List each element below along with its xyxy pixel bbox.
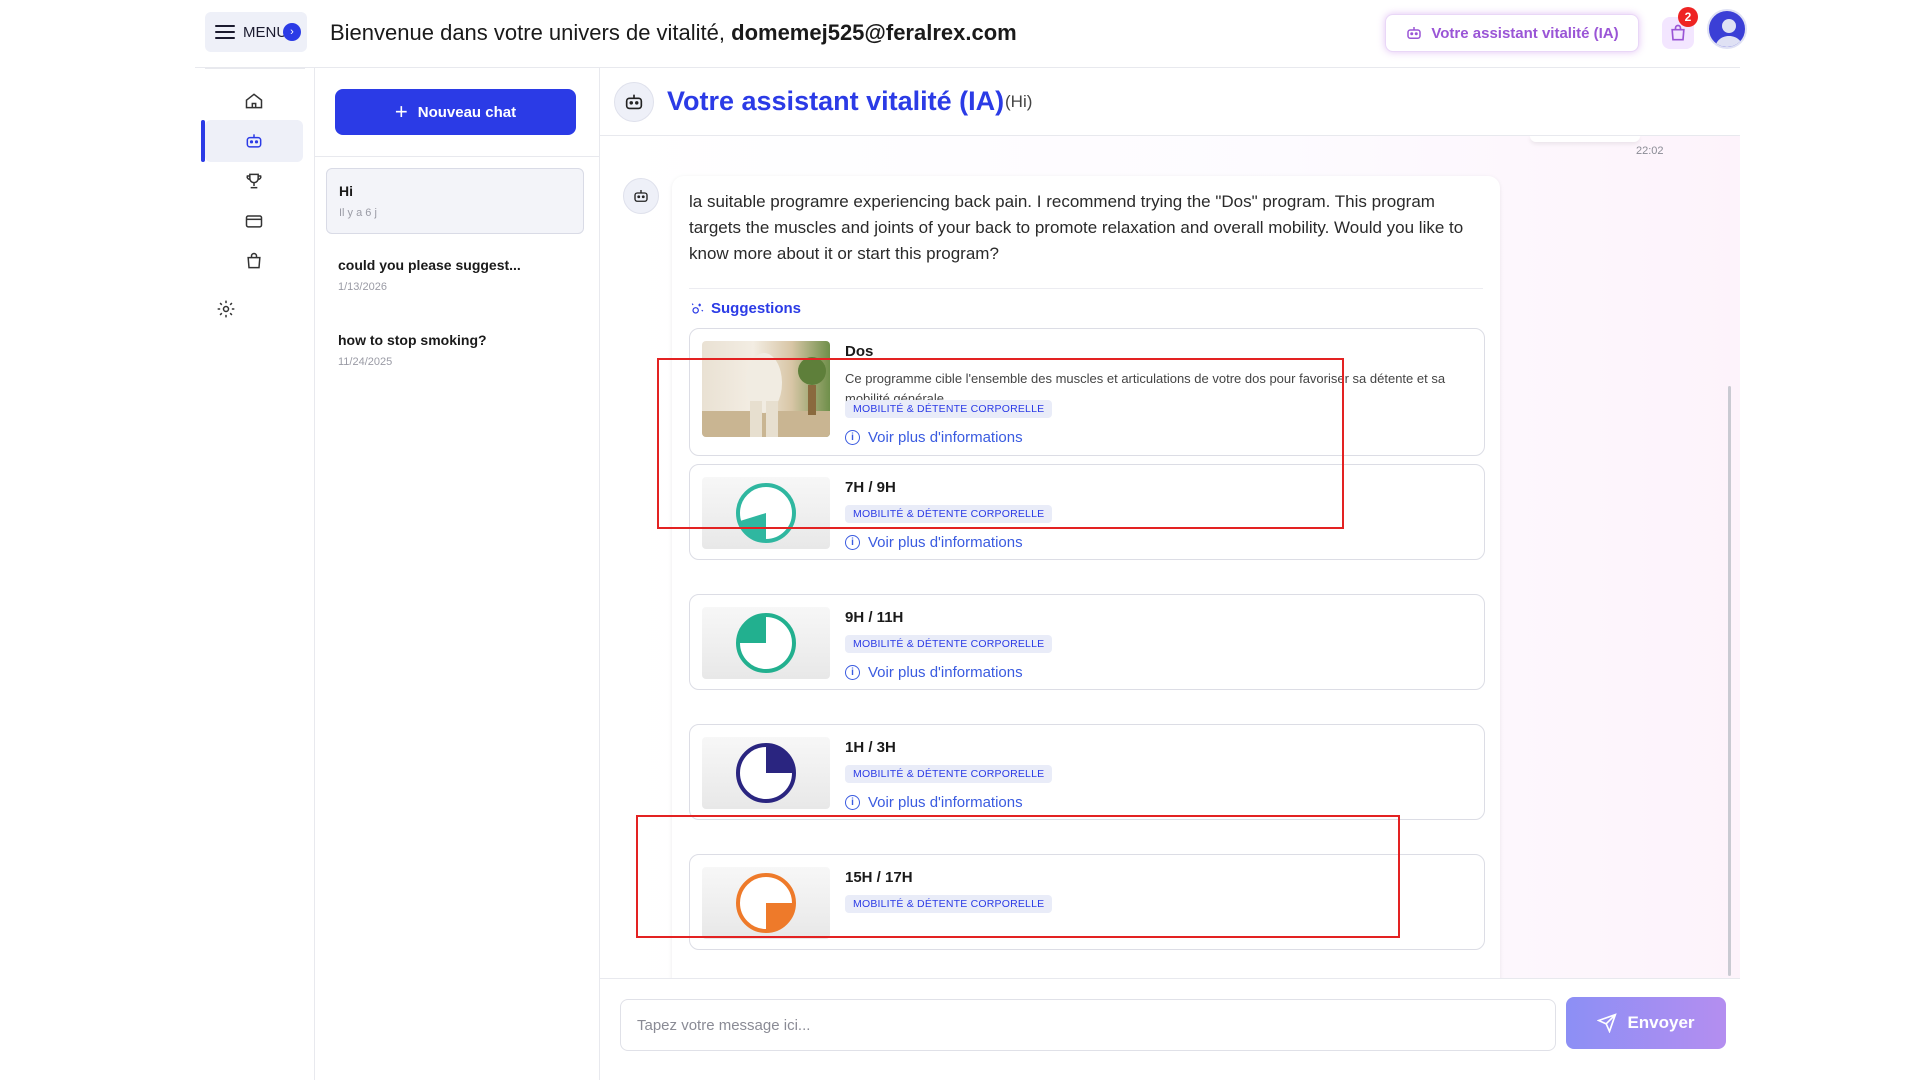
clock-icon bbox=[736, 613, 796, 673]
category-tag: MOBILITÉ & DÉTENTE CORPORELLE bbox=[845, 765, 1053, 783]
assistant-message-text: la suitable programre experiencing back … bbox=[689, 192, 1464, 263]
robot-icon bbox=[246, 134, 262, 148]
user-email: domemej525@feralrex.com bbox=[731, 20, 1017, 45]
message-input[interactable] bbox=[620, 999, 1556, 1051]
chat-history-panel: + Nouveau chat Hi Il y a 6 j could you p… bbox=[315, 68, 600, 1080]
more-info-label: Voir plus d'informations bbox=[868, 534, 1023, 551]
top-header: MENU › Bienvenue dans votre univers de v… bbox=[195, 0, 1747, 68]
robot-icon bbox=[634, 190, 648, 202]
chat-main-panel: Votre assistant vitalité (IA) (Hi) 22:02… bbox=[600, 68, 1740, 1080]
highlight-box-dos bbox=[657, 358, 1344, 529]
conversation-subtitle: (Hi) bbox=[1005, 92, 1033, 111]
welcome-message: Bienvenue dans votre univers de vitalité… bbox=[330, 20, 1017, 46]
new-chat-label: Nouveau chat bbox=[417, 103, 517, 121]
sidebar-item-shop[interactable] bbox=[205, 240, 303, 282]
hamburger-icon bbox=[215, 25, 235, 39]
category-tag: MOBILITÉ & DÉTENTE CORPORELLE bbox=[845, 635, 1053, 653]
menu-label: MENU bbox=[243, 23, 288, 41]
chat-item-suggest[interactable]: could you please suggest... 1/13/2026 bbox=[326, 243, 584, 309]
chat-item-smoking[interactable]: how to stop smoking? 11/24/2025 bbox=[326, 318, 584, 384]
more-info-link[interactable]: i Voir plus d'informations bbox=[845, 664, 1023, 681]
card-icon bbox=[245, 215, 263, 228]
sparkle-icon bbox=[691, 302, 704, 314]
sidebar-item-assistant[interactable] bbox=[205, 120, 303, 162]
clock-icon bbox=[702, 737, 830, 809]
suggestions-heading: Suggestions bbox=[689, 300, 801, 317]
chat-item-hi[interactable]: Hi Il y a 6 j bbox=[326, 168, 584, 234]
rail-divider bbox=[205, 68, 305, 69]
bubble-divider bbox=[689, 288, 1483, 289]
chat-title: could you please suggest... bbox=[338, 257, 521, 273]
gear-icon bbox=[217, 300, 235, 318]
info-icon: i bbox=[845, 795, 860, 810]
menu-button[interactable]: MENU › bbox=[205, 12, 307, 52]
sidebar-item-trophy[interactable] bbox=[205, 160, 303, 202]
assistant-button[interactable]: Votre assistant vitalité (IA) bbox=[1385, 14, 1639, 52]
chat-date: Il y a 6 j bbox=[339, 207, 377, 219]
chat-list-divider bbox=[315, 156, 600, 157]
chat-header: Votre assistant vitalité (IA) (Hi) bbox=[600, 68, 1740, 136]
suggestions-label: Suggestions bbox=[711, 300, 802, 317]
robot-icon bbox=[1407, 27, 1422, 39]
bag-icon bbox=[247, 252, 261, 269]
info-icon: i bbox=[845, 665, 860, 680]
robot-icon bbox=[625, 94, 643, 110]
user-icon bbox=[1715, 19, 1743, 47]
clock-icon bbox=[702, 607, 830, 679]
send-button[interactable]: Envoyer bbox=[1566, 997, 1726, 1049]
info-icon: i bbox=[845, 535, 860, 550]
sidebar-rail bbox=[195, 68, 315, 1080]
chevron-right-icon: › bbox=[283, 23, 301, 41]
home-icon bbox=[245, 93, 263, 109]
assistant-button-label: Votre assistant vitalité (IA) bbox=[1431, 24, 1619, 42]
card-title: 1H / 3H bbox=[845, 739, 896, 756]
chat-title: Hi bbox=[339, 183, 353, 199]
more-info-link[interactable]: i Voir plus d'informations bbox=[845, 534, 1023, 551]
more-info-label: Voir plus d'informations bbox=[868, 794, 1023, 811]
scrollbar[interactable] bbox=[1728, 386, 1731, 976]
app-root: MENU › Bienvenue dans votre univers de v… bbox=[0, 0, 1920, 1080]
suggestion-card-1h-3h[interactable]: 1H / 3H MOBILITÉ & DÉTENTE CORPORELLE i … bbox=[689, 724, 1485, 820]
chat-date: 11/24/2025 bbox=[338, 356, 393, 368]
message-area[interactable]: 22:02 la suitable programre experiencing… bbox=[600, 136, 1740, 978]
chat-date: 1/13/2026 bbox=[338, 281, 387, 293]
trophy-icon bbox=[246, 173, 262, 189]
suggestion-card-9h-11h[interactable]: 9H / 11H MOBILITÉ & DÉTENTE CORPORELLE i… bbox=[689, 594, 1485, 690]
avatar[interactable] bbox=[1707, 9, 1747, 49]
message-composer: Envoyer bbox=[600, 978, 1740, 1080]
more-info-label: Voir plus d'informations bbox=[868, 664, 1023, 681]
chat-title: how to stop smoking? bbox=[338, 332, 487, 348]
assistant-avatar bbox=[614, 82, 654, 122]
plus-icon: + bbox=[394, 99, 408, 124]
send-label: Envoyer bbox=[1627, 1013, 1695, 1032]
more-info-link[interactable]: i Voir plus d'informations bbox=[845, 794, 1023, 811]
clock-icon bbox=[736, 743, 796, 803]
message-timestamp: 22:02 bbox=[1636, 145, 1664, 157]
sidebar-item-settings[interactable] bbox=[177, 288, 275, 330]
card-title: 9H / 11H bbox=[845, 609, 904, 626]
assistant-message-avatar bbox=[623, 178, 659, 214]
page-title: Votre assistant vitalité (IA) bbox=[667, 86, 1005, 116]
highlight-box-1h-3h bbox=[636, 815, 1400, 938]
previous-message-bubble bbox=[1530, 136, 1640, 142]
sidebar-item-home[interactable] bbox=[205, 80, 303, 122]
send-icon bbox=[1597, 1013, 1618, 1033]
sidebar-item-card[interactable] bbox=[205, 200, 303, 242]
cart-count-badge: 2 bbox=[1678, 7, 1698, 27]
new-chat-button[interactable]: + Nouveau chat bbox=[335, 89, 576, 135]
welcome-text: Bienvenue dans votre univers de vitalité… bbox=[330, 20, 732, 45]
